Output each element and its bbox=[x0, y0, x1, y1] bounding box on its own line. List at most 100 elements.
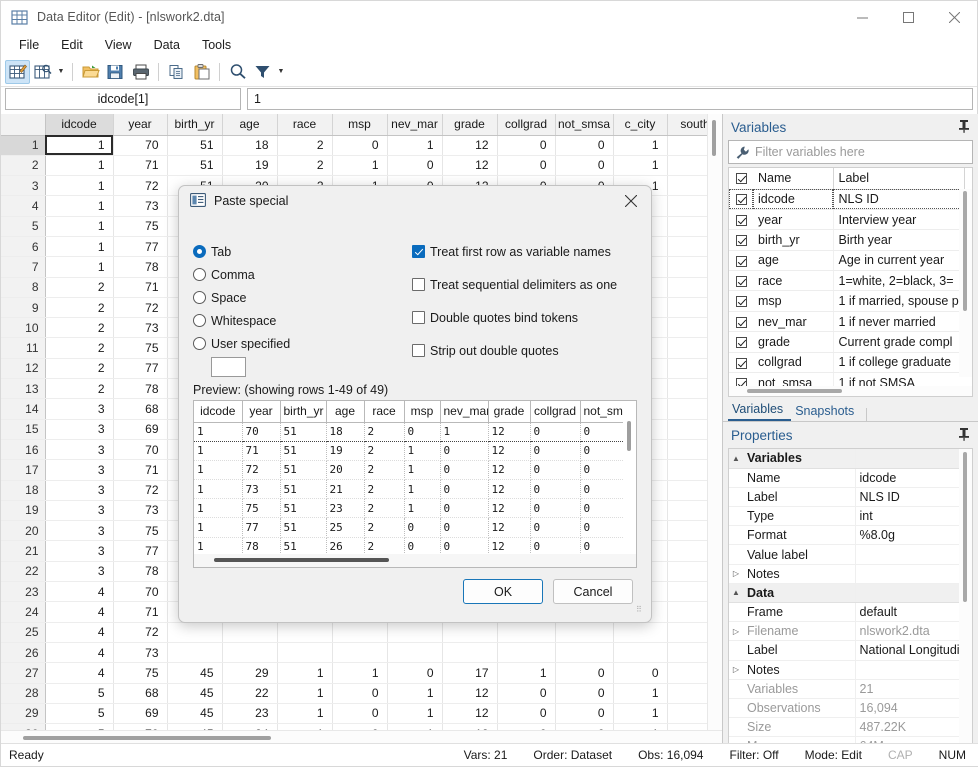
properties-vertical-scroll-thumb[interactable] bbox=[963, 452, 967, 602]
preview-row[interactable]: 17251202101200 bbox=[194, 460, 624, 479]
cell-value-input[interactable]: 1 bbox=[247, 88, 973, 110]
radio-tab[interactable]: Tab bbox=[193, 242, 398, 261]
grid-cell[interactable]: 78 bbox=[113, 561, 167, 581]
row-number[interactable]: 7 bbox=[1, 257, 45, 277]
list-item[interactable]: birth_yrBirth year bbox=[729, 230, 965, 250]
grid-cell[interactable]: 73 bbox=[113, 500, 167, 520]
cell-reference[interactable]: idcode[1] bbox=[5, 88, 241, 110]
property-value[interactable] bbox=[855, 660, 963, 679]
property-row[interactable]: LabelNLS ID bbox=[729, 487, 963, 506]
grid-col-not_smsa[interactable]: not_smsa bbox=[555, 114, 613, 135]
grid-cell[interactable]: 3 bbox=[45, 399, 113, 419]
preview-cell[interactable]: 75 bbox=[242, 499, 280, 518]
preview-cell[interactable]: 0 bbox=[440, 480, 488, 499]
radio-tab-indicator[interactable] bbox=[193, 245, 206, 258]
grid-cell[interactable]: 75 bbox=[113, 663, 167, 683]
radio-whitespace[interactable]: Whitespace bbox=[193, 311, 398, 330]
variables-vertical-scroll-thumb[interactable] bbox=[963, 191, 967, 311]
grid-horizontal-scroll-thumb[interactable] bbox=[23, 736, 271, 740]
checkbox-first-row-variable-names[interactable]: Treat first row as variable names bbox=[412, 242, 637, 261]
preview-cell[interactable]: 71 bbox=[242, 441, 280, 460]
preview-cell[interactable]: 25 bbox=[326, 518, 364, 537]
preview-col-grade[interactable]: grade bbox=[488, 401, 530, 422]
property-group-header[interactable]: ▲Variables bbox=[729, 449, 963, 468]
grid-col-idcode[interactable]: idcode bbox=[45, 114, 113, 135]
property-row[interactable]: Variables21 bbox=[729, 679, 963, 698]
print-icon[interactable] bbox=[128, 60, 153, 84]
preview-cell[interactable]: 1 bbox=[440, 422, 488, 441]
grid-cell[interactable]: 1 bbox=[613, 155, 667, 175]
preview-cell[interactable]: 51 bbox=[280, 518, 326, 537]
chevron-down-icon[interactable]: ▲ bbox=[729, 449, 743, 468]
grid-cell[interactable]: 1 bbox=[332, 663, 387, 683]
grid-col-msp[interactable]: msp bbox=[332, 114, 387, 135]
property-value[interactable]: default bbox=[855, 603, 963, 622]
grid-cell[interactable]: 72 bbox=[113, 176, 167, 196]
grid-cell[interactable] bbox=[497, 622, 555, 642]
cancel-button[interactable]: Cancel bbox=[553, 579, 633, 604]
preview-cell[interactable]: 2 bbox=[364, 422, 404, 441]
grid-cell[interactable] bbox=[332, 642, 387, 662]
row-number[interactable]: 24 bbox=[1, 602, 45, 622]
list-item[interactable]: collgrad1 if college graduate bbox=[729, 352, 965, 372]
row-number[interactable]: 18 bbox=[1, 480, 45, 500]
preview-box[interactable]: idcode year birth_yr age race msp nev_ma… bbox=[193, 400, 637, 568]
properties-pin-icon[interactable] bbox=[956, 427, 972, 444]
grid-cell[interactable]: 12 bbox=[442, 683, 497, 703]
grid-cell[interactable]: 0 bbox=[555, 155, 613, 175]
grid-col-grade[interactable]: grade bbox=[442, 114, 497, 135]
grid-cell[interactable]: 1 bbox=[277, 663, 332, 683]
grid-cell[interactable]: 12 bbox=[442, 135, 497, 155]
row-number[interactable]: 23 bbox=[1, 582, 45, 602]
preview-cell[interactable]: 0 bbox=[580, 441, 624, 460]
variables-filter-input[interactable] bbox=[755, 145, 972, 159]
preview-cell[interactable]: 0 bbox=[440, 460, 488, 479]
grid-cell[interactable] bbox=[277, 642, 332, 662]
preview-cell[interactable]: 12 bbox=[488, 441, 530, 460]
grid-cell[interactable]: 0 bbox=[387, 663, 442, 683]
variables-horizontal-scroll-thumb[interactable] bbox=[747, 389, 842, 393]
variables-vertical-scrollbar[interactable] bbox=[959, 189, 972, 377]
chevron-right-icon[interactable]: ▷ bbox=[729, 622, 743, 641]
minimize-button[interactable] bbox=[839, 1, 885, 33]
grid-cell[interactable]: 78 bbox=[113, 379, 167, 399]
variables-select-all-checkbox[interactable] bbox=[729, 168, 753, 189]
grid-col-c_city[interactable]: c_city bbox=[613, 114, 667, 135]
preview-col-msp[interactable]: msp bbox=[404, 401, 440, 422]
preview-cell[interactable]: 12 bbox=[488, 480, 530, 499]
radio-comma[interactable]: Comma bbox=[193, 265, 398, 284]
grid-col-nev_mar[interactable]: nev_mar bbox=[387, 114, 442, 135]
preview-cell[interactable]: 51 bbox=[280, 422, 326, 441]
grid-cell[interactable]: 1 bbox=[332, 155, 387, 175]
checkbox-sequential-indicator[interactable] bbox=[412, 278, 425, 291]
grid-cell[interactable]: 1 bbox=[613, 135, 667, 155]
grid-cell[interactable]: 0 bbox=[497, 155, 555, 175]
list-item[interactable]: nev_mar1 if never married bbox=[729, 311, 965, 331]
preview-cell[interactable]: 0 bbox=[530, 441, 580, 460]
row-number[interactable]: 6 bbox=[1, 236, 45, 256]
row-number[interactable]: 19 bbox=[1, 500, 45, 520]
property-row[interactable]: Size487.22K bbox=[729, 718, 963, 737]
table-row[interactable]: 295694523101120010 bbox=[1, 703, 723, 723]
variable-checkbox[interactable] bbox=[729, 209, 753, 229]
preview-cell[interactable]: 1 bbox=[404, 441, 440, 460]
grid-cell[interactable]: 73 bbox=[113, 642, 167, 662]
properties-vertical-scrollbar[interactable] bbox=[959, 449, 972, 744]
grid-cell[interactable] bbox=[497, 642, 555, 662]
preview-cell[interactable]: 12 bbox=[488, 422, 530, 441]
grid-cell[interactable]: 68 bbox=[113, 683, 167, 703]
preview-cell[interactable]: 1 bbox=[404, 480, 440, 499]
preview-cell[interactable]: 1 bbox=[194, 460, 242, 479]
table-row[interactable]: 264730 bbox=[1, 642, 723, 662]
row-number[interactable]: 21 bbox=[1, 541, 45, 561]
variables-list[interactable]: Name Label idcodeNLS IDyearInterview yea… bbox=[728, 167, 973, 397]
variable-checkbox[interactable] bbox=[729, 332, 753, 352]
grid-cell[interactable]: 72 bbox=[113, 480, 167, 500]
grid-cell[interactable]: 51 bbox=[167, 155, 222, 175]
grid-vertical-scrollbar[interactable] bbox=[707, 114, 722, 730]
grid-cell[interactable]: 0 bbox=[555, 703, 613, 723]
property-row[interactable]: LabelNational Longitudin bbox=[729, 641, 963, 660]
property-value[interactable]: int bbox=[855, 507, 963, 526]
radio-user-specified-indicator[interactable] bbox=[193, 337, 206, 350]
preview-cell[interactable]: 0 bbox=[580, 422, 624, 441]
